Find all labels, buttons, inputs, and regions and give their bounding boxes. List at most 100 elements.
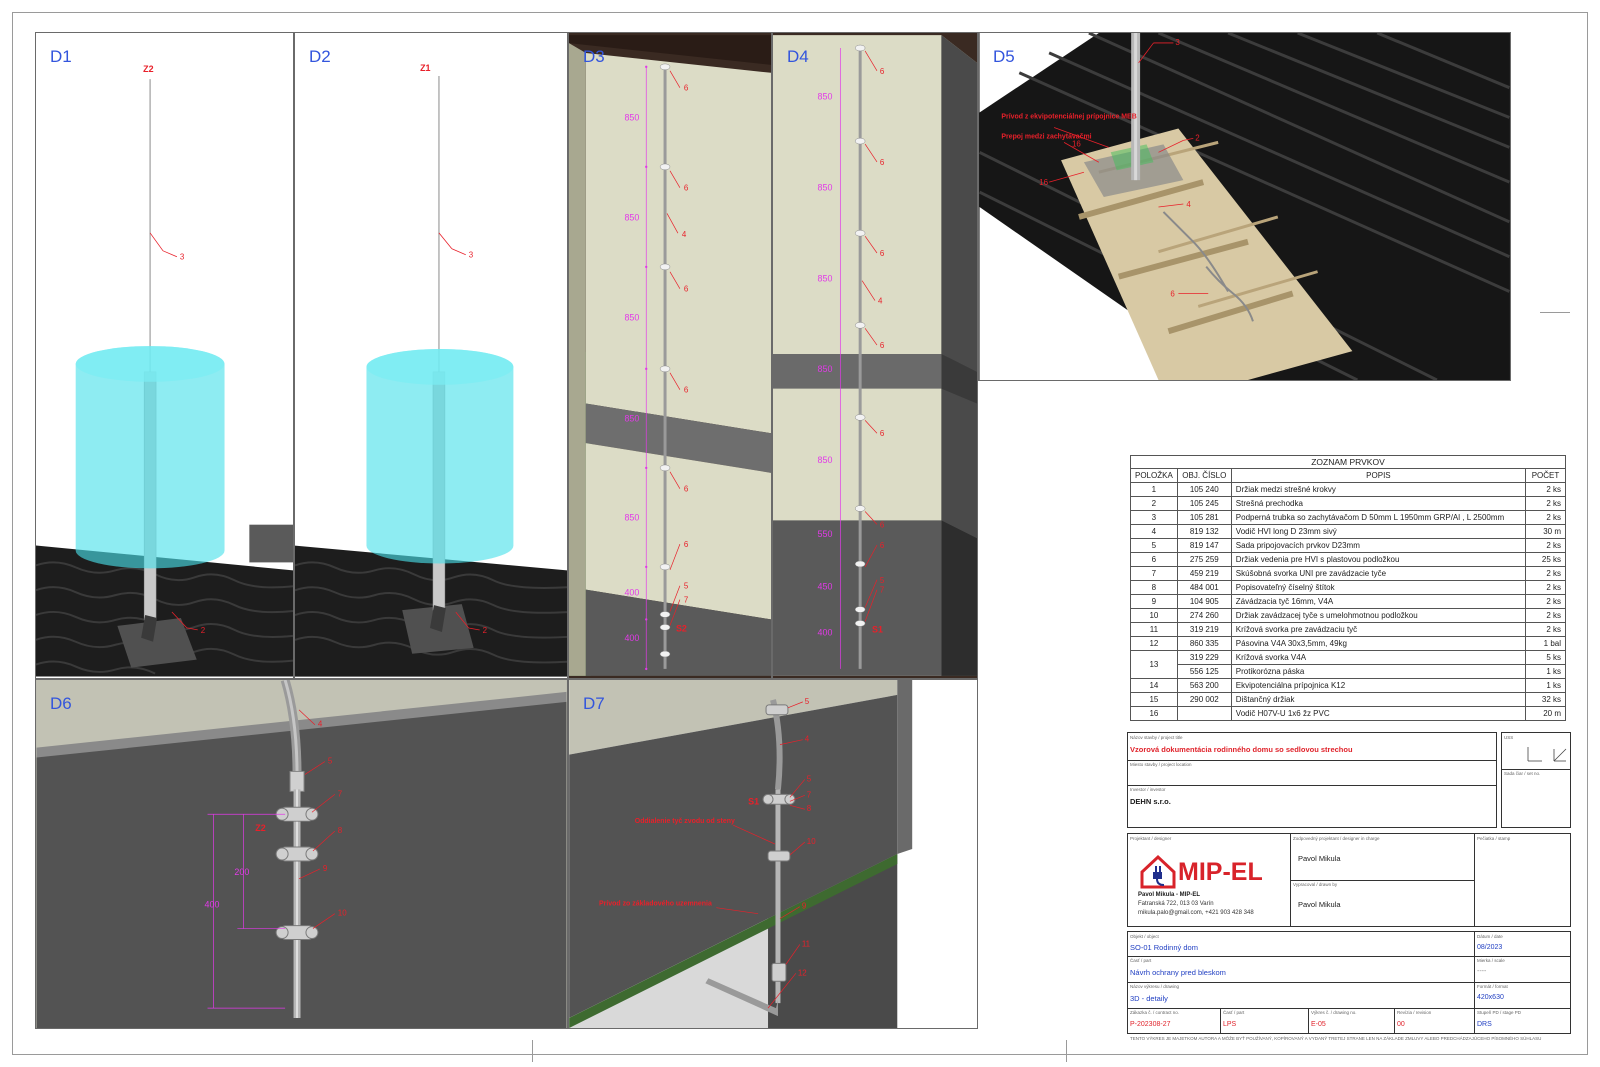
- table-cell: 7: [1130, 566, 1178, 581]
- table-cell: 6: [1130, 552, 1178, 567]
- table-cell: Krížová svorka V4A: [1230, 650, 1527, 665]
- test-point-label: S2: [676, 623, 687, 633]
- callout: 6: [684, 84, 689, 93]
- column-header: POLOŽKA: [1130, 468, 1178, 483]
- dimension: 850: [624, 112, 639, 122]
- callout: 6: [684, 485, 689, 494]
- table-cell: 105 281: [1176, 510, 1232, 525]
- date: 08/2023: [1477, 944, 1503, 951]
- table-cell: 16: [1130, 706, 1178, 721]
- callout: 2: [1195, 133, 1200, 142]
- table-cell: 14: [1130, 678, 1178, 693]
- table-cell: 2 ks: [1525, 622, 1566, 637]
- axis-icon: [1527, 747, 1567, 762]
- field-label: Projektant / designer: [1130, 836, 1172, 841]
- dimension: 850: [624, 212, 639, 222]
- callout: 6: [880, 541, 885, 550]
- callout: 16: [1039, 178, 1048, 187]
- table-row: 6 275 259 Držiak vedenia pre HVI s plastov…: [1130, 552, 1566, 567]
- table-row: 7 459 219 Skúšobná svorka UNI pre zavádzac…: [1130, 566, 1566, 581]
- callout: 4: [1186, 200, 1191, 209]
- view-d5: D5 3 2 16 16 4 6 Prívod z ekvipotenciáln…: [978, 32, 1511, 381]
- table-cell: 15: [1130, 692, 1178, 707]
- table-cell: 2 ks: [1525, 482, 1566, 497]
- callout: 10: [338, 909, 347, 918]
- table-cell: 290 002: [1176, 692, 1232, 707]
- callout: 6: [1170, 289, 1175, 298]
- table-row: 4 819 132 Vodič HVI long D 23mm sivý 30 m: [1130, 524, 1566, 539]
- view-d7: D7 5 4 5 7 8 10 9 11 12 S1 Oddialenie ty…: [568, 679, 978, 1029]
- table-cell: Skúšobná svorka UNI pre zavádzacie tyče: [1230, 566, 1527, 581]
- frame-tick: [1066, 1040, 1067, 1062]
- table-cell: 2 ks: [1525, 594, 1566, 609]
- dimension: 400: [818, 627, 833, 637]
- callout: 16: [1072, 139, 1081, 148]
- field-label: Dátum / date: [1477, 934, 1503, 939]
- table-cell: [1176, 706, 1232, 721]
- table-cell: 105 240: [1176, 482, 1232, 497]
- chimney: [249, 524, 293, 563]
- note: Prívod zo základového uzemnenia: [599, 901, 712, 908]
- table-row: 8 484 001 Popisovateľný číselný štítok 2 ks: [1130, 580, 1566, 595]
- callout: 7: [880, 586, 884, 595]
- table-cell: 274 260: [1176, 608, 1232, 623]
- column-header: POPIS: [1230, 468, 1527, 483]
- project-info-box: Názov stavby / project title Vzorová dok…: [1127, 732, 1497, 828]
- callout: 8: [807, 804, 812, 813]
- field-label: Investor / investor: [1130, 787, 1166, 792]
- table-caption: ZOZNAM PRVKOV: [1130, 455, 1566, 469]
- table-row: 5 819 147 Sada pripojovacích prvkov D23mm 2…: [1130, 538, 1566, 553]
- wall-upper: [585, 52, 771, 434]
- table-cell: 2 ks: [1525, 566, 1566, 581]
- field-label: Stupeň PD / stage PD: [1477, 1010, 1522, 1015]
- note: Oddialenie tyč zvodu od steny: [635, 818, 735, 825]
- company-contact: mikula.palo@gmail.com, +421 903 428 348: [1138, 910, 1254, 916]
- callout: 5: [807, 774, 812, 783]
- table-row: 13 319 229 Krížová svorka V4A 5 ks: [1130, 650, 1566, 679]
- revision: 00: [1397, 1021, 1405, 1028]
- table-cell: 1 ks: [1525, 678, 1566, 693]
- field-label: Názov výkresu / drawing: [1130, 984, 1180, 989]
- table-cell: 8: [1130, 580, 1178, 595]
- table-cell: 1 ks: [1525, 664, 1566, 679]
- field-label: Zákazka č. / contract no.: [1130, 1010, 1180, 1015]
- zone-label: Z2: [143, 64, 153, 74]
- table-cell: 104 905: [1176, 594, 1232, 609]
- callout: 3: [180, 253, 185, 262]
- part-code: LPS: [1223, 1021, 1237, 1028]
- object: SO-01 Rodinný dom: [1130, 943, 1198, 952]
- callout: 6: [684, 386, 689, 395]
- table-cell: 9: [1130, 594, 1178, 609]
- dimension: 850: [624, 413, 639, 423]
- callout: 11: [802, 939, 811, 948]
- table-cell: 12: [1130, 636, 1178, 651]
- table-cell: Držiak medzi strešné krokvy: [1230, 482, 1527, 497]
- callout: 3: [1175, 38, 1180, 47]
- parts-table: ZOZNAM PRVKOV POLOŽKA OBJ. ČÍSLO POPIS P…: [1130, 455, 1566, 721]
- table-cell: 2 ks: [1525, 608, 1566, 623]
- field-label: Revízia / revision: [1397, 1010, 1432, 1015]
- dimension: 850: [624, 312, 639, 322]
- table-cell: Podperná trubka so zachytávačom D 50mm L…: [1230, 510, 1527, 525]
- d7-illustration: 5 4 5 7 8 10 9 11 12 S1 Oddialenie tyč z…: [569, 680, 913, 1028]
- field-label: Vypracoval / drawn by: [1293, 882, 1338, 887]
- table-cell: Popisovateľný číselný štítok: [1230, 580, 1527, 595]
- column-header: OBJ. ČÍSLO: [1176, 468, 1232, 483]
- dimension: 550: [818, 529, 833, 539]
- field-label: Miesto stavby / project location: [1130, 762, 1192, 767]
- field-label: Zodpovedný projektant / designer in char…: [1293, 836, 1380, 841]
- table-cell: 105 245: [1176, 496, 1232, 511]
- callout: 5: [805, 697, 810, 706]
- view-d4: D4 850 850 850 850 850 550 450 400 6 6 6…: [772, 32, 978, 679]
- field-label: Objekt / object: [1130, 934, 1159, 939]
- callout: 3: [469, 251, 474, 260]
- callout: 6: [880, 67, 885, 76]
- designer-box: Projektant / designer MIP-EL Pavol Mikul…: [1127, 833, 1571, 927]
- table-cell: 2 ks: [1525, 580, 1566, 595]
- table-header-row: POLOŽKA OBJ. ČÍSLO POPIS POČET: [1130, 468, 1566, 483]
- table-cell: Sada pripojovacích prvkov D23mm: [1230, 538, 1527, 553]
- dimension: 450: [818, 582, 833, 592]
- field-label: Výkres č. / drawing no.: [1311, 1010, 1357, 1015]
- callout: 2: [201, 626, 205, 635]
- test-point-label: S1: [872, 624, 883, 634]
